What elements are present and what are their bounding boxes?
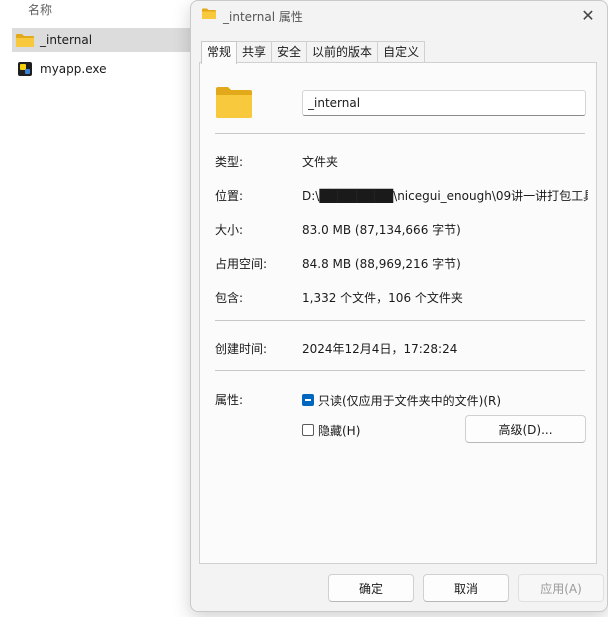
type-value: 文件夹 [302,155,339,169]
readonly-label[interactable]: 只读(仅应用于文件夹中的文件)(R) [318,392,501,409]
disk-size-label: 占用空间: [215,257,268,271]
apply-button[interactable]: 应用(A) [518,574,604,602]
advanced-button[interactable]: 高级(D)... [465,415,586,443]
disk-size-value: 84.8 MB (88,969,216 字节) [302,257,461,271]
file-explorer-list: 名称 _internal myapp.exe [0,0,200,617]
divider [215,320,585,321]
type-label: 类型: [215,155,244,169]
tab-general[interactable]: 常规 [201,41,238,64]
file-row-internal[interactable]: _internal [12,28,198,52]
tab-bar: 常规 共享 安全 以前的版本 自定义 [201,41,426,64]
tab-customize[interactable]: 自定义 [377,41,426,62]
location-value: D:\████████\nicegui_enough\09讲一讲打包工具\( [302,189,588,203]
file-name: myapp.exe [40,62,107,76]
tab-previous-versions[interactable]: 以前的版本 [306,41,379,62]
created-label: 创建时间: [215,342,268,356]
properties-dialog: _internal 属性 ✕ 常规 共享 安全 以前的版本 自定义 类型: 文件… [190,0,608,612]
close-button[interactable]: ✕ [577,5,599,25]
folder-icon [16,33,34,47]
folder-name-input[interactable] [302,90,586,116]
dialog-title: _internal 属性 [223,10,303,24]
size-value: 83.0 MB (87,134,666 字节) [302,223,461,237]
divider [215,370,585,371]
readonly-checkbox[interactable] [302,394,314,406]
tab-sharing[interactable]: 共享 [236,41,273,62]
size-label: 大小: [215,223,244,237]
contains-value: 1,332 个文件，106 个文件夹 [302,291,463,305]
folder-icon [216,86,252,118]
created-value: 2024年12月4日，17:28:24 [302,342,458,356]
divider [215,133,585,134]
dialog-titlebar[interactable]: _internal 属性 ✕ [191,1,607,31]
file-row-myapp[interactable]: myapp.exe [12,57,198,81]
hidden-label[interactable]: 隐藏(H) [318,422,360,439]
file-name: _internal [40,33,93,47]
ok-button[interactable]: 确定 [328,574,414,602]
attributes-label: 属性: [215,393,244,407]
contains-label: 包含: [215,291,244,305]
close-icon: ✕ [581,5,595,25]
cancel-button[interactable]: 取消 [423,574,509,602]
exe-icon [18,62,32,76]
general-tab-panel: 类型: 文件夹 位置: D:\████████\nicegui_enough\0… [199,62,597,564]
folder-icon [202,8,216,19]
hidden-checkbox[interactable] [302,424,314,436]
tab-security[interactable]: 安全 [271,41,308,62]
location-label: 位置: [215,189,244,203]
column-header-name[interactable]: 名称 [28,1,52,18]
